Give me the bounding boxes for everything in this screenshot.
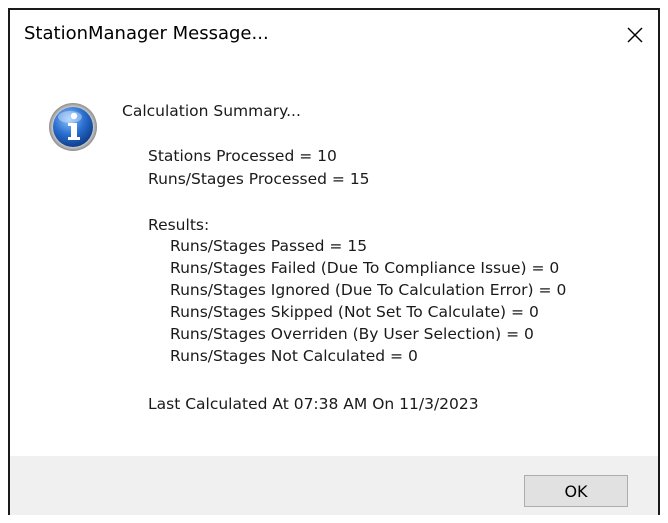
message-area: Calculation Summary... Stations Processe… [10,60,658,456]
result-ignored: Runs/Stages Ignored (Due To Calculation … [170,281,567,299]
runs-processed: Runs/Stages Processed = 15 [148,170,370,188]
ok-button[interactable]: OK [524,475,628,507]
close-button[interactable] [618,18,652,52]
stations-processed: Stations Processed = 10 [148,147,337,165]
result-failed: Runs/Stages Failed (Due To Compliance Is… [170,259,560,277]
summary-heading: Calculation Summary... [122,102,301,120]
result-passed: Runs/Stages Passed = 15 [170,237,368,255]
result-not-calculated: Runs/Stages Not Calculated = 0 [170,347,418,365]
result-overriden: Runs/Stages Overriden (By User Selection… [170,325,534,343]
results-label: Results: [148,216,210,234]
button-bar: OK [10,456,658,515]
last-calculated: Last Calculated At 07:38 AM On 11/3/2023 [148,395,479,413]
window-title: StationManager Message... [24,23,269,44]
title-bar: StationManager Message... [10,10,658,60]
message-dialog: StationManager Message... Calculation Su… [8,8,660,515]
info-icon [49,103,97,151]
close-icon [627,27,643,43]
result-skipped: Runs/Stages Skipped (Not Set To Calculat… [170,303,539,321]
